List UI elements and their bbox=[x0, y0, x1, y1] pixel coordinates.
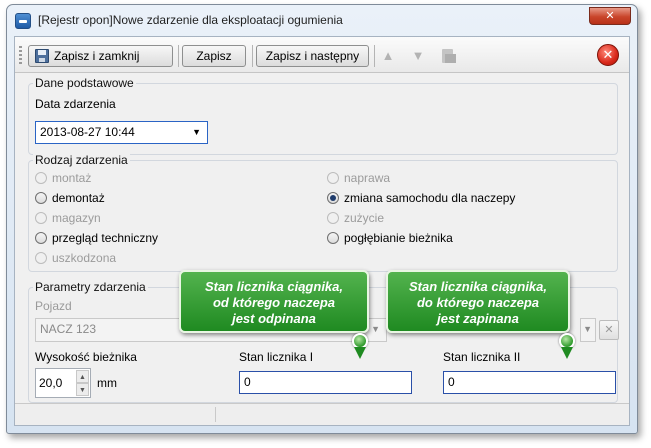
vehicle-label: Pojazd bbox=[35, 299, 72, 313]
callout-1-line-2: od którego naczepa bbox=[212, 295, 336, 310]
callout-1-line-3: jest odpinana bbox=[232, 311, 316, 326]
pin-marker-icon bbox=[559, 333, 575, 361]
toolbar-separator bbox=[178, 45, 179, 67]
radio-change-tractor-label: zmiana samochodu dla naczepy bbox=[344, 191, 516, 205]
save-and-close-button[interactable]: Zapisz i zamknij bbox=[28, 45, 173, 67]
callout-2-line-2: do którego naczepa bbox=[416, 295, 540, 310]
basic-data-title: Dane podstawowe bbox=[33, 76, 136, 90]
radio-circle bbox=[327, 232, 339, 244]
radio-circle bbox=[35, 212, 47, 224]
radio-circle-selected bbox=[327, 192, 339, 204]
event-date-value: 2013-08-27 10:44 bbox=[40, 125, 135, 139]
tread-unit-label: mm bbox=[97, 376, 117, 390]
radio-damaged[interactable]: uszkodzona bbox=[35, 251, 116, 265]
radio-circle bbox=[35, 192, 47, 204]
tread-height-label: Wysokość bieżnika bbox=[35, 350, 137, 364]
status-separator bbox=[215, 407, 216, 422]
radio-circle bbox=[327, 172, 339, 184]
vehicle-value: NACZ 123 bbox=[40, 322, 97, 336]
save-and-next-button[interactable]: Zapisz i następny bbox=[256, 45, 369, 67]
radio-dismount[interactable]: demontaż bbox=[35, 191, 105, 205]
radio-repair-label: naprawa bbox=[344, 171, 391, 185]
toolbar-separator bbox=[374, 45, 375, 67]
radio-circle bbox=[327, 212, 339, 224]
clear-vehicle-button[interactable]: ✕ bbox=[599, 320, 619, 340]
radio-inspection[interactable]: przegląd techniczny bbox=[35, 231, 158, 245]
callout-2-line-1: Stan licznika ciągnika, bbox=[409, 279, 547, 294]
callout-counter-2: Stan licznika ciągnika, do którego nacze… bbox=[386, 270, 570, 333]
close-icon[interactable]: ✕ bbox=[597, 44, 619, 66]
title-bar[interactable]: [Rejestr opon]Nowe zdarzenie dla eksploa… bbox=[7, 5, 637, 35]
radio-circle bbox=[35, 172, 47, 184]
callout-2-line-3: jest zapinana bbox=[437, 311, 519, 326]
radio-change-tractor[interactable]: zmiana samochodu dla naczepy bbox=[327, 191, 515, 205]
radio-damaged-label: uszkodzona bbox=[52, 251, 117, 265]
radio-mount[interactable]: montaż bbox=[35, 171, 91, 185]
document-icon[interactable] bbox=[442, 49, 456, 63]
radio-dismount-label: demontaż bbox=[52, 191, 105, 205]
tread-height-value: 20,0 bbox=[39, 376, 63, 390]
radio-circle bbox=[35, 232, 47, 244]
status-bar bbox=[15, 403, 629, 425]
save-button[interactable]: Zapisz bbox=[182, 45, 246, 67]
tread-height-spinner[interactable]: 20,0 ▲ ▼ bbox=[35, 368, 91, 398]
event-date-label: Data zdarzenia bbox=[35, 97, 116, 111]
counter-2-input[interactable]: 0 bbox=[443, 371, 616, 394]
event-type-group bbox=[28, 160, 618, 272]
chevron-down-icon[interactable]: ▼ bbox=[192, 122, 201, 143]
event-params-title: Parametry zdarzenia bbox=[33, 280, 148, 294]
radio-tread-deepening-label: pogłębianie bieżnika bbox=[344, 231, 453, 245]
dialog-window: [Rejestr opon]Nowe zdarzenie dla eksploa… bbox=[6, 4, 638, 434]
window-close-button[interactable]: ✕ bbox=[589, 7, 631, 25]
arrow-down-icon[interactable]: ▼ bbox=[409, 47, 427, 65]
counter-1-input[interactable]: 0 bbox=[239, 371, 412, 394]
radio-warehouse[interactable]: magazyn bbox=[35, 211, 101, 225]
arrow-up-icon[interactable]: ▲ bbox=[379, 47, 397, 65]
select-dropdown-stub[interactable]: ▼ bbox=[580, 318, 596, 342]
chevron-down-icon[interactable]: ▼ bbox=[371, 319, 380, 340]
radio-repair[interactable]: naprawa bbox=[327, 171, 390, 185]
event-date-picker[interactable]: 2013-08-27 10:44 ▼ bbox=[35, 121, 208, 144]
app-icon bbox=[15, 13, 31, 29]
radio-circle bbox=[35, 252, 47, 264]
spinner-buttons[interactable]: ▲ ▼ bbox=[76, 370, 89, 396]
spin-up-icon[interactable]: ▲ bbox=[76, 370, 89, 383]
floppy-disk-icon bbox=[35, 49, 49, 63]
toolbar: Zapisz i zamknij Zapisz Zapisz i następn… bbox=[15, 37, 629, 73]
radio-wear-label: zużycie bbox=[344, 211, 385, 225]
radio-mount-label: montaż bbox=[52, 171, 92, 185]
counter-2-label: Stan licznika II bbox=[443, 350, 521, 364]
counter-1-label: Stan licznika I bbox=[239, 350, 314, 364]
toolbar-separator bbox=[252, 45, 253, 67]
radio-tread-deepening[interactable]: pogłębianie bieżnika bbox=[327, 231, 453, 245]
event-type-title: Rodzaj zdarzenia bbox=[33, 153, 130, 167]
basic-data-group bbox=[28, 83, 618, 155]
radio-warehouse-label: magazyn bbox=[52, 211, 101, 225]
window-title: [Rejestr opon]Nowe zdarzenie dla eksploa… bbox=[38, 13, 343, 27]
callout-1-line-1: Stan licznika ciągnika, bbox=[205, 279, 343, 294]
pin-marker-icon bbox=[352, 333, 368, 361]
dialog-client-area: Zapisz i zamknij Zapisz Zapisz i następn… bbox=[14, 36, 630, 426]
radio-inspection-label: przegląd techniczny bbox=[52, 231, 159, 245]
radio-wear[interactable]: zużycie bbox=[327, 211, 384, 225]
callout-counter-1: Stan licznika ciągnika, od którego nacze… bbox=[179, 270, 369, 333]
toolbar-grip-icon[interactable] bbox=[19, 46, 22, 64]
chevron-down-icon[interactable]: ▼ bbox=[583, 319, 592, 340]
save-and-close-label: Zapisz i zamknij bbox=[54, 49, 140, 63]
spin-down-icon[interactable]: ▼ bbox=[76, 383, 89, 396]
